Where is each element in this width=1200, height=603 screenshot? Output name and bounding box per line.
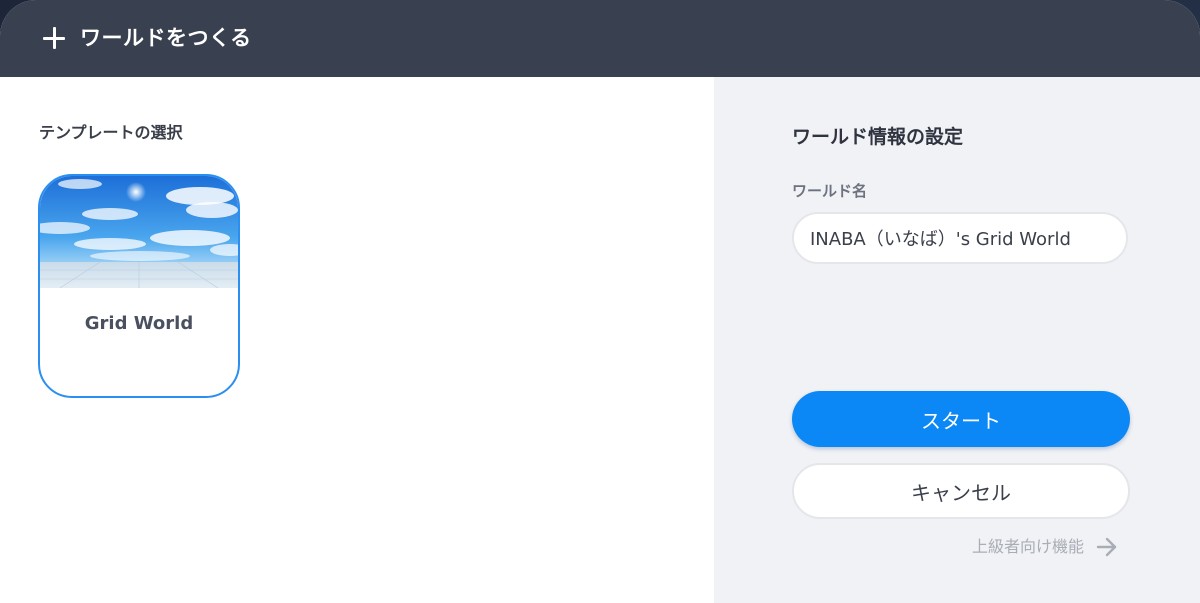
template-section-label: テンプレートの選択 bbox=[39, 123, 183, 142]
dialog-header: ワールドをつくる bbox=[0, 0, 1200, 77]
world-name-input[interactable] bbox=[792, 212, 1128, 264]
template-card-grid-world[interactable]: Grid World bbox=[38, 174, 240, 398]
settings-title: ワールド情報の設定 bbox=[792, 126, 964, 148]
start-button[interactable]: スタート bbox=[792, 391, 1130, 447]
template-name: Grid World bbox=[84, 313, 194, 334]
cancel-button[interactable]: キャンセル bbox=[792, 463, 1130, 519]
advanced-features-link[interactable]: 上級者向け機能 bbox=[972, 535, 1118, 559]
plus-icon bbox=[43, 27, 65, 49]
create-world-dialog: ワールドをつくる テンプレートの選択 Grid World ワールド情報の設定 … bbox=[0, 0, 1200, 603]
template-thumbnail bbox=[40, 176, 238, 288]
dialog-title: ワールドをつくる bbox=[80, 26, 252, 50]
world-name-label: ワールド名 bbox=[792, 182, 868, 200]
arrow-right-icon bbox=[1096, 537, 1117, 557]
template-panel: テンプレートの選択 Grid World bbox=[0, 77, 714, 603]
world-settings-panel: ワールド情報の設定 ワールド名 スタート キャンセル 上級者向け機能 bbox=[714, 77, 1200, 603]
advanced-features-label: 上級者向け機能 bbox=[972, 537, 1085, 556]
